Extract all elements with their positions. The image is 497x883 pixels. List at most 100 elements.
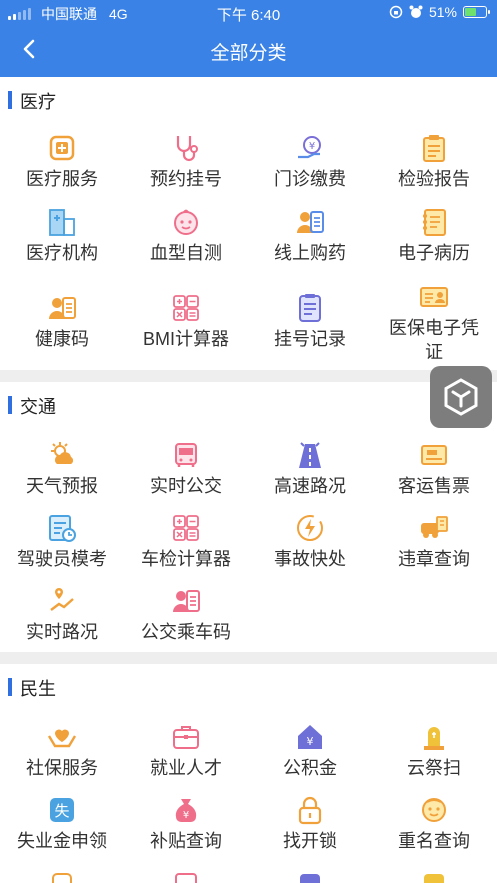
section-accent-bar bbox=[8, 678, 12, 696]
grid-item-label: 检验报告 bbox=[398, 169, 470, 189]
grid-item-label: 实时路况 bbox=[26, 622, 98, 642]
section-divider bbox=[0, 652, 497, 664]
grid-item-realtime-bus[interactable]: 实时公交 bbox=[124, 440, 248, 498]
alarm-icon bbox=[409, 5, 423, 18]
car-violation-icon bbox=[421, 516, 448, 538]
grid-item-subsidy-query[interactable]: ¥ 补贴查询 bbox=[124, 795, 248, 853]
grid-item-highway-traffic[interactable]: 高速路况 bbox=[248, 440, 372, 498]
route-pin-icon bbox=[50, 588, 74, 611]
nav-bar: 全部分类 bbox=[0, 26, 497, 77]
partial-icon bbox=[424, 874, 444, 883]
grid-item-emr[interactable]: 电子病历 bbox=[372, 207, 496, 265]
section-header: 交通 bbox=[0, 382, 497, 426]
grid-item-label: 云祭扫 bbox=[407, 758, 461, 778]
grid-item-lab-report[interactable]: 检验报告 bbox=[372, 133, 496, 191]
cube-icon bbox=[444, 378, 478, 416]
grid-item-violation-query[interactable]: 违章查询 bbox=[372, 513, 496, 571]
grid-item-label: 车检计算器 bbox=[141, 549, 231, 569]
grid-item-label: 社保服务 bbox=[26, 758, 98, 778]
grid-item-label: 高速路况 bbox=[274, 476, 346, 496]
grid-item-social-security[interactable]: 社保服务 bbox=[0, 722, 124, 780]
medical-box-icon bbox=[49, 135, 75, 161]
grid-item-online-pharmacy[interactable]: 线上购药 bbox=[248, 207, 372, 265]
section-transport: 交通 天气预报 实时公交 高速路况 客运售票 驾驶员模考 车检计算器 事故快处 … bbox=[0, 382, 497, 652]
partial-icon bbox=[175, 873, 197, 883]
record-book-icon bbox=[423, 209, 446, 236]
section-title: 民生 bbox=[20, 679, 56, 699]
grid-item-label: 实时公交 bbox=[150, 476, 222, 496]
grid-item-partial[interactable] bbox=[124, 868, 248, 883]
floating-assistant-button[interactable] bbox=[430, 366, 492, 428]
section-title: 交通 bbox=[20, 397, 56, 417]
grid-item-coach-ticket[interactable]: 客运售票 bbox=[372, 440, 496, 498]
grid-item-medical-institution[interactable]: 医疗机构 bbox=[0, 207, 124, 265]
grid-item-weather[interactable]: 天气预报 bbox=[0, 440, 124, 498]
grid-item-health-code[interactable]: 健康码 bbox=[0, 293, 124, 351]
grid-item-label: 血型自测 bbox=[150, 243, 222, 263]
battery-percent: 51% bbox=[428, 4, 457, 20]
grid-item-accident-handling[interactable]: 事故快处 bbox=[248, 513, 372, 571]
grid-item-label: 公积金 bbox=[283, 758, 337, 778]
calculator-icon bbox=[173, 515, 199, 541]
grid-item-label: 预约挂号 bbox=[150, 169, 222, 189]
calculator-icon bbox=[173, 295, 199, 321]
svg-text:¥: ¥ bbox=[309, 141, 315, 152]
grid-item-label: 客运售票 bbox=[398, 476, 470, 496]
grid-item-label: 找开锁 bbox=[283, 831, 337, 851]
grid-item-label: 医疗机构 bbox=[26, 243, 98, 263]
money-bag-icon: ¥ bbox=[175, 799, 197, 822]
unemployment-badge-icon: 失 bbox=[50, 798, 74, 822]
grid-item-medical-service[interactable]: 医疗服务 bbox=[0, 133, 124, 191]
grid-item-registration-record[interactable]: 挂号记录 bbox=[248, 293, 372, 351]
grid-item-partial[interactable] bbox=[0, 868, 124, 883]
grid-item-label: 健康码 bbox=[35, 329, 89, 349]
grid-item-label: 补贴查询 bbox=[150, 831, 222, 851]
ticket-icon bbox=[421, 445, 447, 465]
grid-item-partial[interactable] bbox=[372, 868, 496, 883]
grid-item-medical-insurance-voucher[interactable]: 医保电子凭证 bbox=[372, 282, 496, 364]
grid-item-label: 公交乘车码 bbox=[141, 622, 231, 642]
section-header: 民生 bbox=[0, 664, 497, 708]
grid-item-label: 驾驶员模考 bbox=[17, 549, 107, 569]
grid-item-duplicate-name-query[interactable]: 重名查询 bbox=[372, 795, 496, 853]
padlock-icon bbox=[298, 796, 322, 825]
page-title: 全部分类 bbox=[210, 43, 287, 64]
bus-icon bbox=[175, 443, 197, 467]
grid-item-bus-qr-code[interactable]: 公交乘车码 bbox=[124, 586, 248, 644]
grid-item-outpatient-payment[interactable]: ¥ 门诊缴费 bbox=[248, 133, 372, 191]
person-card-icon bbox=[49, 297, 76, 319]
svg-text:失: 失 bbox=[54, 802, 69, 820]
grid-item-label: 违章查询 bbox=[398, 549, 470, 569]
payment-hand-icon: ¥ bbox=[298, 136, 321, 159]
weather-sun-cloud-icon bbox=[51, 442, 74, 464]
highway-road-icon bbox=[299, 442, 321, 468]
svg-text:¥: ¥ bbox=[307, 735, 314, 748]
grid-item-cloud-tomb-sweeping[interactable]: 云祭扫 bbox=[372, 722, 496, 780]
grid-item-label: BMI计算器 bbox=[142, 329, 229, 349]
grid-item-bmi-calculator[interactable]: BMI计算器 bbox=[124, 293, 248, 351]
hospital-building-icon bbox=[49, 209, 75, 236]
grid-item-housing-fund[interactable]: ¥ 公积金 bbox=[248, 722, 372, 780]
section-medical: 医疗 医疗服务 预约挂号 ¥ 门诊缴费 检验报告 医疗机构 血型自测 线上购药 … bbox=[0, 77, 497, 370]
grid-item-label: 失业金申领 bbox=[17, 831, 107, 851]
grid-item-vehicle-inspection-calc[interactable]: 车检计算器 bbox=[124, 513, 248, 571]
grid-item-label: 挂号记录 bbox=[274, 329, 346, 349]
grid-item-label: 事故快处 bbox=[274, 549, 346, 569]
grid-item-realtime-traffic[interactable]: 实时路况 bbox=[0, 586, 124, 644]
section-livelihood: 民生 社保服务 就业人才 ¥ 公积金 云祭扫 失 失业金申领 ¥ 补贴查询 找开 bbox=[0, 664, 497, 883]
grid-item-appointment[interactable]: 预约挂号 bbox=[124, 133, 248, 191]
section-header: 医疗 bbox=[0, 77, 497, 121]
grid-item-employment[interactable]: 就业人才 bbox=[124, 722, 248, 780]
grid-item-blood-type[interactable]: 血型自测 bbox=[124, 207, 248, 265]
grid-item-locksmith[interactable]: 找开锁 bbox=[248, 795, 372, 853]
grid-item-label: 电子病历 bbox=[398, 243, 470, 263]
stethoscope-icon bbox=[176, 136, 198, 162]
grid-item-driver-exam[interactable]: 驾驶员模考 bbox=[0, 513, 124, 571]
section-accent-bar bbox=[8, 91, 12, 109]
partial-icon bbox=[300, 874, 320, 883]
grid-item-unemployment-benefit[interactable]: 失 失业金申领 bbox=[0, 795, 124, 853]
exam-clipboard-icon bbox=[49, 515, 76, 542]
grid-item-label: 重名查询 bbox=[398, 831, 470, 851]
grid-item-partial[interactable] bbox=[248, 868, 372, 883]
status-bar: 中国联通 4G 下午 6:40 51% bbox=[0, 0, 497, 26]
